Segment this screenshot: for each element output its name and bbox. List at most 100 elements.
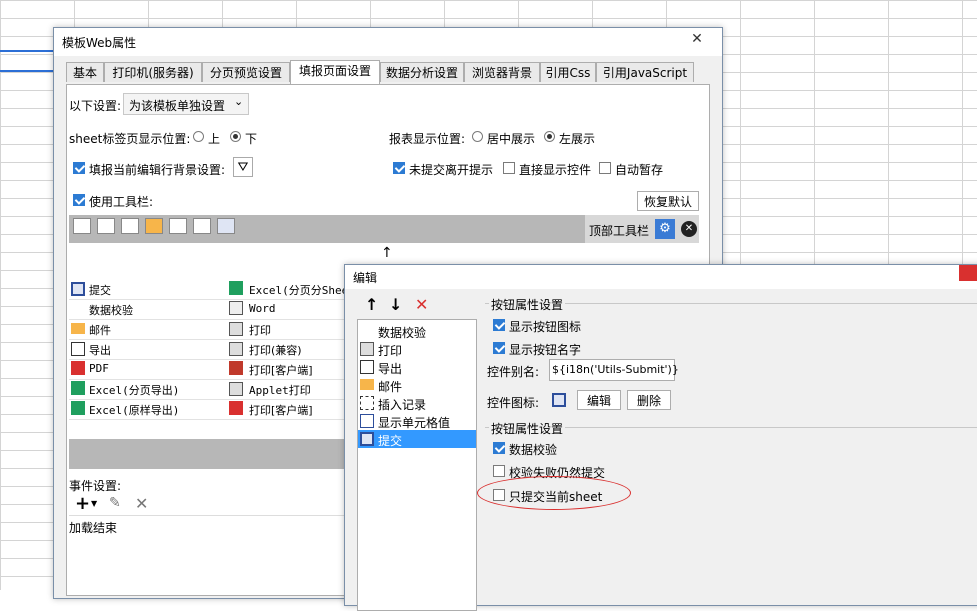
pdf-icon bbox=[71, 361, 85, 375]
fill-bg-label: 填报当前编辑行背景设置: bbox=[89, 163, 226, 177]
save-icon bbox=[71, 282, 85, 296]
use-toolbar-label: 使用工具栏: bbox=[89, 195, 154, 209]
grid-left-blue-line-2 bbox=[0, 70, 55, 72]
sheet-bottom-radio[interactable] bbox=[230, 131, 241, 142]
direct-show-checkbox[interactable] bbox=[503, 162, 515, 174]
list-item-label: 插入记录 bbox=[378, 398, 427, 412]
word-icon bbox=[229, 301, 243, 315]
insert-record-icon bbox=[360, 396, 374, 410]
list-item-submit[interactable]: 提交 bbox=[358, 430, 476, 448]
button-row-5[interactable]: Excel(分页导出) Applet打印 bbox=[69, 379, 359, 400]
button-row-1[interactable]: 数据校验 Word bbox=[69, 299, 359, 320]
button-left-label: 导出 bbox=[89, 344, 111, 357]
settings-label: 以下设置: bbox=[69, 99, 122, 113]
event-item[interactable]: 加载结束 bbox=[69, 519, 117, 536]
button-row-3[interactable]: 导出 打印(兼容) bbox=[69, 339, 359, 360]
pencil-icon bbox=[360, 324, 374, 338]
remove-icon[interactable]: ✕ bbox=[415, 295, 428, 314]
cell-value-icon bbox=[360, 414, 374, 428]
export-icon[interactable] bbox=[121, 218, 139, 234]
excel-icon bbox=[71, 381, 85, 395]
button-left-label: 提交 bbox=[89, 284, 111, 297]
tab-javascript[interactable]: 引用JavaScript bbox=[596, 62, 694, 82]
use-toolbar-checkbox[interactable] bbox=[73, 194, 85, 206]
move-up-icon[interactable]: ↑ bbox=[365, 295, 378, 314]
tab-printer[interactable]: 打印机(服务器) bbox=[104, 62, 202, 82]
event-settings-label: 事件设置: bbox=[69, 479, 122, 493]
restore-default-button[interactable]: 恢复默认 bbox=[637, 191, 699, 211]
close-icon[interactable] bbox=[959, 265, 977, 281]
delete-icon-button[interactable]: 删除 bbox=[627, 390, 671, 410]
delete-icon[interactable]: ✕ bbox=[135, 494, 148, 513]
save-icon[interactable] bbox=[217, 218, 235, 234]
alias-input[interactable]: ${i18n('Utils-Submit')} bbox=[549, 359, 679, 381]
grid-left-blue-line-1 bbox=[0, 50, 55, 52]
settings-select-value: 为该模板单独设置 bbox=[129, 99, 226, 113]
add-icon[interactable]: + bbox=[75, 493, 90, 514]
close-circle-icon[interactable]: ✕ bbox=[681, 221, 697, 237]
show-icon-checkbox[interactable] bbox=[493, 319, 505, 331]
submit-on-fail-checkbox[interactable] bbox=[493, 465, 505, 477]
list-item-export[interactable]: 导出 bbox=[358, 358, 476, 376]
edit-dialog: 编辑 ↑ ↓ ✕ 数据校验 打印 导出 邮件 插入记录 显示单元格值 提交 按钮… bbox=[344, 264, 977, 611]
chevron-down-icon[interactable]: ▼ bbox=[91, 499, 97, 508]
list-item-show-cell-value[interactable]: 显示单元格值 bbox=[358, 412, 476, 430]
unsubmit-prompt-label: 未提交离开提示 bbox=[409, 163, 494, 177]
insert-record-icon[interactable] bbox=[169, 218, 187, 234]
printer-icon[interactable] bbox=[97, 218, 115, 234]
show-name-checkbox[interactable] bbox=[493, 342, 505, 354]
list-item-mail[interactable]: 邮件 bbox=[358, 376, 476, 394]
list-item-print[interactable]: 打印 bbox=[358, 340, 476, 358]
tab-data-analysis[interactable]: 数据分析设置 bbox=[380, 62, 464, 82]
button-row-2[interactable]: 邮件 打印 bbox=[69, 319, 359, 340]
sheet-top-radio[interactable] bbox=[193, 131, 204, 142]
tab-basic[interactable]: 基本 bbox=[66, 62, 104, 82]
printer-icon bbox=[360, 342, 374, 356]
top-toolbar-label: 顶部工具栏 bbox=[589, 224, 650, 238]
edit-button-list: 数据校验 打印 导出 邮件 插入记录 显示单元格值 提交 bbox=[357, 319, 477, 611]
close-icon[interactable]: ✕ bbox=[674, 28, 720, 52]
unsubmit-prompt-checkbox[interactable] bbox=[393, 162, 405, 174]
report-left-radio[interactable] bbox=[544, 131, 555, 142]
autosave-checkbox[interactable] bbox=[599, 162, 611, 174]
list-item-label: 导出 bbox=[378, 362, 403, 376]
list-item-data-check[interactable]: 数据校验 bbox=[358, 322, 476, 340]
tab-page-preview[interactable]: 分页预览设置 bbox=[202, 62, 290, 82]
report-center-radio[interactable] bbox=[472, 131, 483, 142]
printer-icon bbox=[229, 322, 243, 336]
button-left-label: Excel(分页导出) bbox=[89, 384, 180, 397]
move-down-icon[interactable]: ↓ bbox=[389, 295, 402, 314]
button-row-6[interactable]: Excel(原样导出) 打印[客户端] bbox=[69, 399, 359, 420]
button-left-label: PDF bbox=[89, 362, 109, 375]
fill-bg-checkbox[interactable] bbox=[73, 162, 85, 174]
list-item-insert-record[interactable]: 插入记录 bbox=[358, 394, 476, 412]
tab-css[interactable]: 引用Css bbox=[540, 62, 596, 82]
button-right-label: 打印 bbox=[249, 324, 271, 337]
settings-select[interactable]: 为该模板单独设置 ⌄ bbox=[123, 93, 249, 115]
pencil-icon[interactable] bbox=[73, 218, 91, 234]
export-icon bbox=[360, 360, 374, 374]
button-list-area: 提交 Excel(分页分Shee 数据校验 Word 邮件 打印 导出 打印(兼… bbox=[69, 279, 359, 420]
tab-browser-bg[interactable]: 浏览器背景 bbox=[464, 62, 540, 82]
edit-pencil-icon[interactable]: ✎ bbox=[109, 495, 121, 511]
show-icon-label: 显示按钮图标 bbox=[509, 320, 582, 334]
tab-fill-settings[interactable]: 填报页面设置 bbox=[290, 60, 380, 84]
edit-title-bar: 编辑 bbox=[345, 265, 977, 289]
button-row-4[interactable]: PDF 打印[客户端] bbox=[69, 359, 359, 380]
gear-icon[interactable]: ⚙ bbox=[655, 219, 675, 239]
button-left-label: Excel(原样导出) bbox=[89, 404, 180, 417]
data-check-checkbox[interactable] bbox=[493, 442, 505, 454]
mail-icon[interactable] bbox=[145, 218, 163, 234]
arrow-up-icon: ↑ bbox=[381, 245, 393, 261]
cell-value-icon[interactable] bbox=[193, 218, 211, 234]
gray-divider-bar bbox=[69, 439, 349, 469]
pencil-icon bbox=[71, 302, 85, 316]
paint-bucket-icon[interactable]: ⛛ bbox=[233, 157, 253, 177]
save-icon bbox=[360, 432, 374, 446]
button-row-0[interactable]: 提交 Excel(分页分Shee bbox=[69, 279, 359, 300]
button-right-label: Word bbox=[249, 302, 276, 315]
alias-input-value: ${i18n('Utils-Submit')} bbox=[552, 363, 679, 376]
edit-icon-button[interactable]: 编辑 bbox=[577, 390, 621, 410]
report-position-label: 报表显示位置: bbox=[389, 132, 466, 146]
group2-title: 按钮属性设置 bbox=[489, 420, 566, 437]
